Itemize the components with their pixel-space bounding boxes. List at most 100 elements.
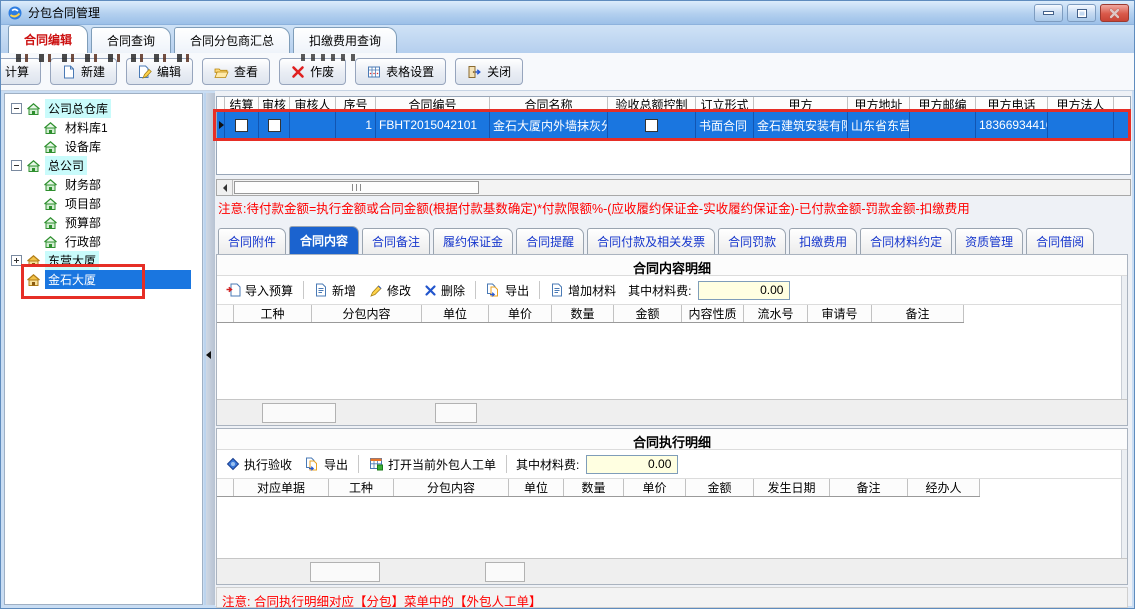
column-header[interactable]: 订立形式: [696, 97, 754, 112]
column-header[interactable]: 分包内容: [394, 479, 509, 496]
column-header[interactable]: 序号: [336, 97, 376, 112]
detail-tab-material-agreement[interactable]: 合同材料约定: [860, 228, 952, 254]
close-button[interactable]: [1100, 4, 1129, 22]
material-fee-field[interactable]: [698, 281, 790, 300]
column-header[interactable]: 甲方法人: [1048, 97, 1114, 112]
column-header[interactable]: 数量: [552, 305, 614, 322]
tree-item-budget-dept[interactable]: 预算部: [5, 213, 202, 232]
panel-splitter[interactable]: [204, 93, 215, 605]
modify-row-button[interactable]: 修改: [366, 280, 414, 301]
expand-expander-icon[interactable]: [11, 255, 22, 266]
tree-item-head-office[interactable]: 总公司: [5, 156, 202, 175]
checkbox-unchecked[interactable]: [235, 119, 248, 132]
tree-item-project-dept[interactable]: 项目部: [5, 194, 202, 213]
edit-button[interactable]: 编辑: [126, 58, 193, 85]
main-tab-subcontractor-summary[interactable]: 合同分包商汇总: [174, 27, 290, 53]
tree-item-equipment-store[interactable]: 设备库: [5, 137, 202, 156]
detail-tab-penalty[interactable]: 合同罚款: [718, 228, 786, 254]
column-header[interactable]: 金额: [614, 305, 682, 322]
column-header[interactable]: 甲方电话: [976, 97, 1048, 112]
export-button[interactable]: 导出: [483, 280, 532, 301]
column-header[interactable]: 单价: [624, 479, 686, 496]
minimize-button[interactable]: [1034, 4, 1063, 22]
new-doc-icon: [62, 65, 76, 79]
open-outsource-worksheet-button[interactable]: 打开当前外包人工单: [366, 454, 499, 475]
column-header[interactable]: 流水号: [744, 305, 808, 322]
main-tab-withholding-fee-query[interactable]: 扣缴费用查询: [293, 27, 397, 53]
tree-item-finance-dept[interactable]: 财务部: [5, 175, 202, 194]
column-header[interactable]: 分包内容: [312, 305, 422, 322]
execute-acceptance-button[interactable]: 执行验收: [223, 454, 295, 475]
column-header[interactable]: 合同名称: [490, 97, 608, 112]
material-fee-field[interactable]: [586, 455, 678, 474]
calculate-button[interactable]: 计算: [1, 58, 41, 85]
column-header[interactable]: 审核人: [290, 97, 336, 112]
column-header[interactable]: 审请号: [808, 305, 872, 322]
column-header[interactable]: 经办人: [908, 479, 980, 496]
tree-item-admin-dept[interactable]: 行政部: [5, 232, 202, 251]
tree-item-dongying-building[interactable]: 东营大厦: [5, 251, 202, 270]
tree-item-company-warehouse[interactable]: 公司总仓库: [5, 99, 202, 118]
main-tab-contract-edit[interactable]: 合同编辑: [8, 25, 88, 53]
column-header[interactable]: 审核: [259, 97, 290, 112]
column-header[interactable]: 单位: [422, 305, 489, 322]
collapse-expander-icon[interactable]: [11, 103, 22, 114]
tree-item-material-store-1[interactable]: 材料库1: [5, 118, 202, 137]
cell-acceptance-total-checkbox[interactable]: [608, 112, 696, 138]
detail-tab-borrowing[interactable]: 合同借阅: [1026, 228, 1094, 254]
column-header[interactable]: 备注: [830, 479, 908, 496]
column-header[interactable]: 内容性质: [682, 305, 744, 322]
detail-tab-reminder[interactable]: 合同提醒: [516, 228, 584, 254]
add-row-button[interactable]: 新增: [311, 280, 359, 301]
detail-tab-remarks[interactable]: 合同备注: [362, 228, 430, 254]
title-bar: 分包合同管理: [1, 1, 1134, 25]
column-header[interactable]: 数量: [564, 479, 624, 496]
checkbox-unchecked[interactable]: [645, 119, 658, 132]
checkbox-unchecked[interactable]: [268, 119, 281, 132]
column-header[interactable]: 甲方地址: [848, 97, 910, 112]
void-button[interactable]: 作废: [279, 58, 346, 85]
detail-tab-content[interactable]: 合同内容: [289, 226, 359, 254]
new-button[interactable]: 新建: [50, 58, 117, 85]
detail-tab-qualification[interactable]: 资质管理: [955, 228, 1023, 254]
column-header[interactable]: 甲方: [754, 97, 848, 112]
cell-settle-checkbox[interactable]: [225, 112, 259, 138]
column-header[interactable]: 结算: [225, 97, 259, 112]
column-header[interactable]: 单位: [509, 479, 564, 496]
add-material-button[interactable]: 增加材料: [547, 280, 619, 301]
close-window-button[interactable]: 关闭: [455, 58, 523, 85]
table-settings-button[interactable]: 表格设置: [355, 58, 446, 85]
column-header[interactable]: 单价: [489, 305, 552, 322]
column-header[interactable]: 工种: [329, 479, 394, 496]
column-header[interactable]: 金额: [686, 479, 754, 496]
detail-tab-withholding-fees[interactable]: 扣缴费用: [789, 228, 857, 254]
collapse-expander-icon[interactable]: [11, 160, 22, 171]
cell-party-a-phone: 18366934416: [976, 112, 1048, 138]
scrollbar-thumb[interactable]: [234, 181, 479, 194]
detail-tab-payment-invoices[interactable]: 合同付款及相关发票: [587, 228, 715, 254]
column-header[interactable]: 合同编号: [376, 97, 490, 112]
scroll-left-button[interactable]: [217, 180, 233, 195]
column-header[interactable]: 甲方邮编: [910, 97, 976, 112]
content-grid-header: 工种 分包内容 单位 单价 数量 金额 内容性质 流水号 审请号 备注: [217, 305, 964, 323]
delete-row-button[interactable]: 删除: [421, 280, 468, 301]
column-header[interactable]: 备注: [872, 305, 964, 322]
view-button[interactable]: 查看: [202, 58, 270, 85]
column-header[interactable]: 甲方: [1114, 97, 1131, 112]
export-doc-icon: [305, 457, 320, 471]
column-header[interactable]: 验收总额控制: [608, 97, 696, 112]
column-header[interactable]: 工种: [234, 305, 312, 322]
main-tab-contract-query[interactable]: 合同查询: [91, 27, 171, 53]
maximize-button[interactable]: [1067, 4, 1096, 22]
import-budget-button[interactable]: 导入预算: [223, 280, 296, 301]
detail-tab-performance-bond[interactable]: 履约保证金: [433, 228, 513, 254]
detail-tab-attachments[interactable]: 合同附件: [218, 228, 286, 254]
cell-party-a-legal: [1048, 112, 1114, 138]
column-header[interactable]: 对应单据: [234, 479, 329, 496]
cell-audit-checkbox[interactable]: [259, 112, 290, 138]
collapse-arrow-icon[interactable]: [206, 351, 211, 359]
horizontal-scrollbar[interactable]: [216, 179, 1131, 196]
tree-item-jinshi-building[interactable]: 金石大厦: [5, 270, 202, 289]
column-header[interactable]: 发生日期: [754, 479, 830, 496]
export-button[interactable]: 导出: [302, 454, 351, 475]
